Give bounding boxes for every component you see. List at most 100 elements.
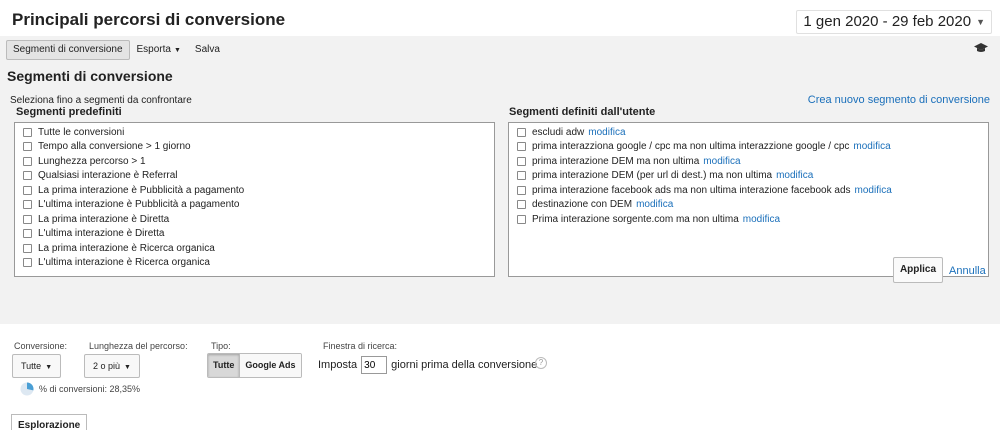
checkbox[interactable] [23,229,32,239]
type-all-button[interactable]: Tutte [208,354,240,377]
segment-label: Lunghezza percorso > 1 [38,155,146,167]
modify-link[interactable]: modifica [636,199,673,210]
checkbox[interactable] [23,258,32,268]
segment-label: La prima interazione è Diretta [38,213,170,225]
segment-label: Tempo alla conversione > 1 giorno [38,141,191,153]
cancel-link[interactable]: Annulla [949,265,986,277]
modify-link[interactable]: modifica [703,156,740,167]
modify-link[interactable]: modifica [853,141,890,152]
type-label: Tipo: [211,341,231,351]
checkbox[interactable] [517,127,526,137]
help-icon[interactable]: ? [535,357,547,369]
report-header: Principali percorsi di conversione 1 gen… [0,0,1000,36]
graduation-cap-icon[interactable] [974,43,988,53]
checkbox[interactable] [517,171,526,181]
path-length-label: Lunghezza del percorso: [89,341,188,351]
user-segment-item[interactable]: escludi adw modifica [517,125,988,140]
modify-link[interactable]: modifica [743,214,780,225]
modify-link[interactable]: modifica [588,127,625,138]
segment-label: Prima interazione sorgente.com ma non ul… [532,213,739,225]
checkbox[interactable] [23,214,32,224]
segment-label: destinazione con DEM [532,199,633,211]
checkbox[interactable] [517,185,526,195]
path-length-dropdown[interactable]: 2 o più ▼ [84,354,140,378]
checkbox[interactable] [23,142,32,152]
lookback-prefix: Imposta [318,359,358,371]
pie-icon [20,382,34,396]
tab-explorer[interactable]: Esplorazione [11,414,88,430]
checkbox[interactable] [517,156,526,166]
apply-button[interactable]: Applica [893,257,943,283]
conversion-percentage-text: % di conversioni: 28,35% [39,384,141,394]
predefined-segment-item[interactable]: La prima interazione è Pubblicità a paga… [23,183,494,198]
predefined-segment-item[interactable]: Tempo alla conversione > 1 giorno [23,140,494,155]
conversion-value: Tutte [21,361,42,371]
create-segment-link[interactable]: Crea nuovo segmento di conversione [808,94,990,106]
user-segment-item[interactable]: prima interazione facebook ads ma non ul… [517,183,988,198]
conversion-filter-label: Conversione: [14,341,68,351]
predefined-segments-heading: Segmenti predefiniti [16,106,122,118]
conversion-segments-button[interactable]: Segmenti di conversione [6,40,130,60]
user-segments-list[interactable]: escludi adw modifica prima interazziona go… [508,122,989,277]
checkbox[interactable] [23,127,32,137]
checkbox[interactable] [23,243,32,253]
chevron-down-icon: ▼ [173,47,181,54]
predefined-segment-item[interactable]: L'ultima interazione è Diretta [23,227,494,242]
conversion-percentage: % di conversioni: 28,35% [20,382,140,396]
user-segment-item[interactable]: prima interazione DEM ma non ultima modif… [517,154,988,169]
checkbox[interactable] [23,156,32,166]
user-segment-item[interactable]: destinazione con DEM modifica [517,198,988,213]
checkbox[interactable] [23,185,32,195]
segment-label: prima interazione DEM ma non ultima [532,155,700,167]
type-google-ads-button[interactable]: Google Ads [239,354,301,377]
chevron-down-icon: ▼ [124,364,131,371]
segment-label: escludi adw [532,126,585,138]
checkbox[interactable] [23,200,32,210]
predefined-segment-item[interactable]: Tutte le conversioni [23,125,494,140]
date-range-text: 1 gen 2020 - 29 feb 2020 [803,13,972,30]
predefined-segment-item[interactable]: La prima interazione è Diretta [23,212,494,227]
segments-panel: Segmenti di conversione Esporta ▼ Salva S… [0,36,1000,324]
export-label: Esporta [136,44,171,55]
segment-label: L'ultima interazione è Diretta [38,228,165,240]
predefined-segments-list[interactable]: Tutte le conversioni Tempo alla conversio… [14,122,495,277]
checkbox[interactable] [517,142,526,152]
modify-link[interactable]: modifica [855,185,892,196]
export-button[interactable]: Esporta ▼ [130,40,188,60]
type-toggle-group: Tutte Google Ads [207,353,302,378]
modify-link[interactable]: modifica [776,170,813,181]
lookback-suffix: giorni prima della conversione [391,359,538,371]
predefined-segment-item[interactable]: L'ultima interazione è Pubblicità a paga… [23,198,494,213]
segments-hint: Seleziona fino a segmenti da confrontare [10,95,192,106]
predefined-segment-item[interactable]: Lunghezza percorso > 1 [23,154,494,169]
user-segment-item[interactable]: prima interazziona google / cpc ma non u… [517,140,988,155]
report-toolbar: Segmenti di conversione Esporta ▼ Salva [6,39,227,61]
user-segment-item[interactable]: prima interazione DEM (per url di dest.)… [517,169,988,184]
predefined-segment-item[interactable]: L'ultima interazione è Ricerca organica [23,256,494,271]
segment-label: prima interazione facebook ads ma non ul… [532,184,851,196]
date-range-picker[interactable]: 1 gen 2020 - 29 feb 2020 ▼ [796,10,992,34]
segment-label: Tutte le conversioni [38,126,125,138]
segment-label: L'ultima interazione è Ricerca organica [38,257,210,269]
segment-label: Qualsiasi interazione è Referral [38,170,178,182]
segment-label: La prima interazione è Pubblicità a paga… [38,184,245,196]
segment-label: prima interazziona google / cpc ma non u… [532,141,850,153]
user-segments-heading: Segmenti definiti dall'utente [509,106,656,118]
conversion-dropdown[interactable]: Tutte ▼ [12,354,62,378]
page-title: Principali percorsi di conversione [12,10,286,29]
lookback-days-input[interactable] [361,356,388,374]
segment-label: prima interazione DEM (per url di dest.)… [532,170,773,182]
segment-label: La prima interazione è Ricerca organica [38,242,215,254]
segment-label: L'ultima interazione è Pubblicità a paga… [38,199,240,211]
predefined-segment-item[interactable]: Qualsiasi interazione è Referral [23,169,494,184]
user-segment-item[interactable]: Prima interazione sorgente.com ma non ul… [517,212,988,227]
save-button[interactable]: Salva [188,40,227,60]
checkbox[interactable] [23,171,32,181]
path-length-value: 2 o più [93,361,121,371]
lookback-window-label: Finestra di ricerca: [323,341,398,351]
lookback-row: Imposta giorni prima della conversione [318,356,537,374]
checkbox[interactable] [517,214,526,224]
checkbox[interactable] [517,200,526,210]
predefined-segment-item[interactable]: La prima interazione è Ricerca organica [23,241,494,256]
chevron-down-icon: ▼ [976,17,985,27]
